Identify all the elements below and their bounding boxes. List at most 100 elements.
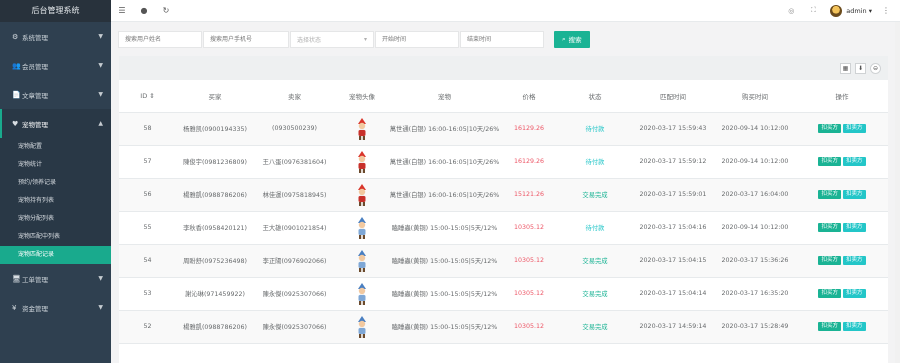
cell-seller: (0930500239) <box>254 112 335 146</box>
monitor-icon: 🖥 <box>12 274 21 283</box>
column-header: 价格 <box>500 80 558 113</box>
fullscreen-icon[interactable]: ⛶ <box>802 6 824 15</box>
submenu-item[interactable]: 宠物分配列表 <box>0 210 111 228</box>
cell-id: 54 <box>119 244 176 278</box>
cell-actions: 扣买方 扣卖方 <box>796 211 888 245</box>
theme-icon[interactable]: ◎ <box>780 7 802 15</box>
submenu-item[interactable]: 宠物持有列表 <box>0 192 111 210</box>
deduct-buyer-button[interactable]: 扣买方 <box>818 256 841 265</box>
pet-avatar-image <box>354 282 370 305</box>
column-header: 操作 <box>796 80 888 113</box>
submenu-item[interactable]: 宠物匹配记录 <box>0 246 111 264</box>
gear-icon: ⚙ <box>12 32 19 41</box>
column-header[interactable]: ID ⇕ <box>119 80 176 113</box>
sidebar-item-3[interactable]: ♥ 宠物管理 ▲ <box>0 109 111 138</box>
cell-status: 交易完成 <box>558 277 632 311</box>
more-options-icon[interactable]: ⋮ <box>882 6 890 15</box>
match-records-table: ID ⇕ 买家 卖家 宠物头像 宠物 价格 状态 匹配时间 购买时间 操作 58 杨雅凯(09001… <box>119 80 888 344</box>
columns-icon[interactable]: ▦ <box>840 62 851 74</box>
cell-actions: 扣买方 扣卖方 <box>796 244 888 278</box>
deduct-buyer-button[interactable]: 扣买方 <box>818 190 841 199</box>
cell-price: 10305.12 <box>500 244 558 278</box>
column-header: 状态 <box>558 80 632 113</box>
table-row: 56 楊雅凱(0988786206) 林佳運(0975818945) 萬世通(白银) … <box>119 178 888 212</box>
cell-status: 交易完成 <box>558 244 632 278</box>
cell-actions: 扣买方 扣卖方 <box>796 112 888 146</box>
sidebar-menu: ⚙ 系统管理 ▼ 👥 会员管理 ▼ 📄 文章管理 ▼ ♥ 宠物管理 ▲ 宠物配置 宠物统计 预约/领养记录宠… <box>0 22 111 322</box>
cell-seller: 林佳運(0975818945) <box>254 178 335 212</box>
deduct-seller-button[interactable]: 扣卖方 <box>843 124 866 133</box>
sidebar-item-label: 宠物管理 <box>22 120 48 129</box>
chevron-up-icon: ▲ <box>98 120 103 127</box>
cell-match-time: 2020-03-17 15:04:16 <box>632 211 714 245</box>
deduct-buyer-button[interactable]: 扣买方 <box>818 157 841 166</box>
pet-submenu: 宠物配置 宠物统计 预约/领养记录 宠物持有列表 宠物分配列表 宠物匹配中列表 宠物匹配记录 <box>0 138 111 264</box>
cell-price: 16129.26 <box>500 145 558 179</box>
cell-price: 10305.12 <box>500 310 558 344</box>
cell-seller: 王八蛋(0976381604) <box>254 145 335 179</box>
admin-user-menu[interactable]: admin ▾ <box>846 7 872 15</box>
pet-avatar-image <box>354 216 370 239</box>
cell-seller: 陳永傑(0925307066) <box>254 310 335 344</box>
deduct-seller-button[interactable]: 扣卖方 <box>843 223 866 232</box>
column-header: 匹配时间 <box>632 80 714 113</box>
cell-status: 待付款 <box>558 145 632 179</box>
cell-price: 16129.26 <box>500 112 558 146</box>
table-toolbar: ▦ ⬇ ⊖ <box>119 56 888 80</box>
search-button[interactable]: ⌕ 搜索 <box>554 30 590 48</box>
submenu-item[interactable]: 宠物配置 <box>0 138 111 156</box>
cell-buy-time: 2020-03-17 16:04:00 <box>714 178 796 212</box>
end-time-input[interactable] <box>460 30 544 48</box>
menu-toggle-icon[interactable]: ☰ <box>111 6 133 15</box>
sidebar-item-0[interactable]: ⚙ 系统管理 ▼ <box>0 22 111 51</box>
cell-status: 待付款 <box>558 112 632 146</box>
cell-id: 55 <box>119 211 176 245</box>
deduct-buyer-button[interactable]: 扣买方 <box>818 289 841 298</box>
chevron-down-icon: ▼ <box>98 91 103 98</box>
sidebar-item-4[interactable]: 🖥 工单管理 ▼ <box>0 264 111 293</box>
submenu-item[interactable]: 宠物统计 <box>0 156 111 174</box>
sidebar-item-1[interactable]: 👥 会员管理 ▼ <box>0 51 111 80</box>
submenu-item[interactable]: 预约/领养记录 <box>0 174 111 192</box>
cell-buy-time: 2020-03-17 15:36:26 <box>714 244 796 278</box>
deduct-buyer-button[interactable]: 扣买方 <box>818 223 841 232</box>
cell-pet-avatar <box>335 112 389 146</box>
start-time-input[interactable] <box>375 30 459 48</box>
page-scrollbar[interactable] <box>895 22 900 363</box>
cell-id: 57 <box>119 145 176 179</box>
sidebar-item-5[interactable]: ¥ 资金管理 ▼ <box>0 293 111 322</box>
cell-buyer: 陳俊宇(0981236809) <box>176 145 254 179</box>
pin-icon[interactable]: ● <box>133 6 155 15</box>
refresh-icon[interactable]: ↻ <box>155 6 177 15</box>
deduct-seller-button[interactable]: 扣卖方 <box>843 256 866 265</box>
cell-match-time: 2020-03-17 15:59:12 <box>632 145 714 179</box>
deduct-seller-button[interactable]: 扣卖方 <box>843 322 866 331</box>
cell-status: 待付款 <box>558 211 632 245</box>
deduct-buyer-button[interactable]: 扣买方 <box>818 124 841 133</box>
chevron-down-icon: ▾ <box>363 35 367 43</box>
deduct-buyer-button[interactable]: 扣买方 <box>818 322 841 331</box>
chevron-down-icon: ▼ <box>98 304 103 311</box>
cell-buyer: 李秋香(0958420121) <box>176 211 254 245</box>
deduct-seller-button[interactable]: 扣卖方 <box>843 190 866 199</box>
cell-price: 10305.12 <box>500 277 558 311</box>
sidebar-item-2[interactable]: 📄 文章管理 ▼ <box>0 80 111 109</box>
cell-match-time: 2020-03-17 15:59:43 <box>632 112 714 146</box>
avatar[interactable] <box>830 4 843 17</box>
cell-pet: 瞌睡蟲(黄铜) 15:00-15:05|5天/12% <box>389 310 500 344</box>
export-icon[interactable]: ⬇ <box>855 62 866 74</box>
cell-price: 15121.26 <box>500 178 558 212</box>
cell-id: 53 <box>119 277 176 311</box>
buyer-search-input[interactable] <box>118 30 202 48</box>
status-select[interactable]: 选择状态 ▾ <box>290 30 374 48</box>
table-body: 58 杨雅凯(0900194335) (0930500239) 萬世通(白银) 16:… <box>119 112 888 344</box>
search-toggle-icon[interactable]: ⊖ <box>870 62 881 74</box>
seller-search-input[interactable] <box>203 30 289 48</box>
submenu-item[interactable]: 宠物匹配中列表 <box>0 228 111 246</box>
deduct-seller-button[interactable]: 扣卖方 <box>843 289 866 298</box>
deduct-seller-button[interactable]: 扣卖方 <box>843 157 866 166</box>
cell-actions: 扣买方 扣卖方 <box>796 310 888 344</box>
cell-seller: 李正陽(0976902066) <box>254 244 335 278</box>
table-row: 54 周盼舒(0975236498) 李正陽(0976902066) 瞌睡蟲(黄铜) … <box>119 244 888 278</box>
sidebar: 后台管理系统 ⚙ 系统管理 ▼ 👥 会员管理 ▼ 📄 文章管理 ▼ ♥ 宠物管理 ▲ 宠物配置 宠物统计预… <box>0 0 111 363</box>
